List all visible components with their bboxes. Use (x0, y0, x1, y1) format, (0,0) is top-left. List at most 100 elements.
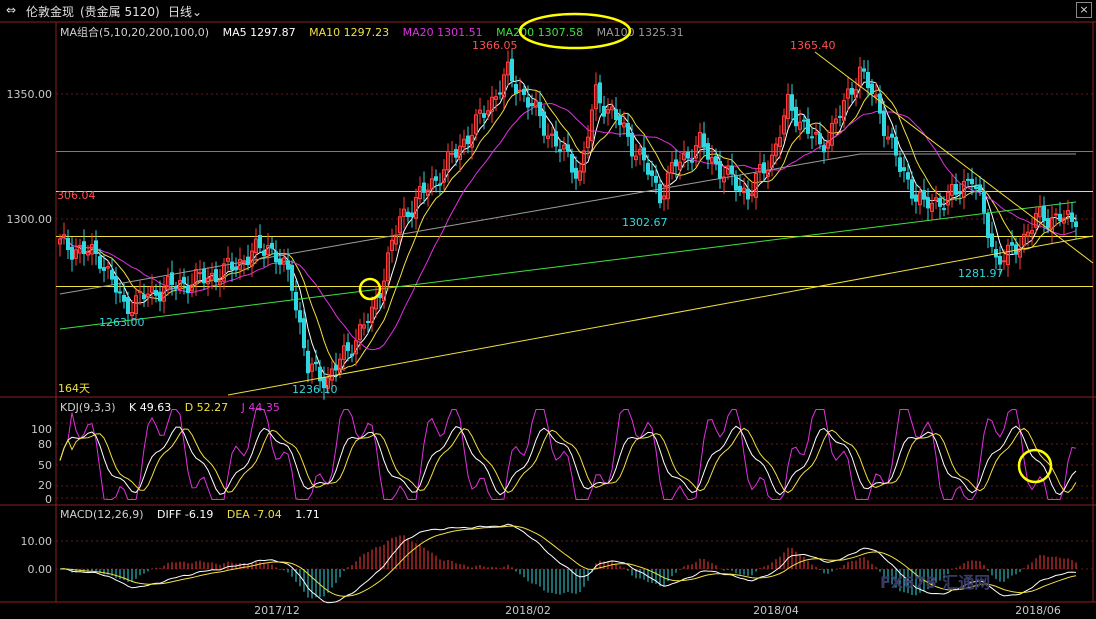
candle-body-147 (646, 162, 650, 175)
candle-body-202 (866, 72, 870, 89)
candle-body-162 (706, 143, 710, 160)
ma200-highlight-circle (518, 12, 632, 50)
candle-body-128 (570, 153, 574, 173)
candle-body-25 (158, 291, 162, 302)
candle-body-230 (978, 184, 982, 191)
low-label-1263: 1263.00 (99, 316, 145, 329)
kdj-d-line (59, 427, 1077, 494)
candle-body-116 (522, 88, 526, 95)
candle-body-61 (302, 318, 306, 349)
ma10-line (59, 88, 1077, 370)
candle-body-146 (642, 147, 646, 161)
candle-body-209 (894, 136, 898, 156)
kdj-tick-100: 100 (31, 423, 52, 436)
candle-body-214 (914, 194, 918, 202)
candle-body-195 (838, 115, 842, 118)
x-tick-2018-02: 2018/02 (505, 604, 551, 617)
candle-body-129 (574, 167, 578, 179)
candle-body-99 (454, 149, 458, 158)
candle-body-14 (114, 275, 118, 293)
x-tick-2018-04: 2018/04 (753, 604, 799, 617)
candle-body-210 (898, 157, 902, 172)
candle-body-32 (186, 285, 190, 294)
candle-body-201 (862, 68, 866, 72)
candle-body-164 (714, 156, 718, 165)
candle-body-183 (790, 94, 794, 111)
candle-body-121 (542, 111, 546, 136)
kdj-tick-20: 20 (38, 479, 52, 492)
candle-body-161 (702, 133, 706, 148)
candle-body-24 (154, 290, 158, 296)
candle-body-233 (990, 233, 994, 247)
candle-body-149 (654, 175, 658, 183)
candle-body-102 (466, 135, 470, 145)
candle-body-60 (298, 310, 302, 323)
candle-body-106 (482, 113, 486, 118)
candle-body-77 (366, 320, 370, 323)
left-level-label: 306.04 (57, 189, 96, 202)
candle-body-157 (686, 151, 690, 159)
candle-body-117 (526, 97, 530, 108)
candle-body-186 (802, 119, 806, 122)
candle-body-54 (274, 251, 278, 263)
candle-body-13 (110, 269, 114, 280)
candle-body-98 (450, 152, 454, 155)
high-label-1366: 1366.05 (472, 39, 518, 52)
candle-body-143 (630, 132, 634, 157)
day-count-label: 164天 (58, 382, 90, 395)
candle-body-72 (346, 342, 350, 351)
candle-body-176 (762, 162, 766, 174)
candle-body-135 (598, 82, 602, 104)
candle-body-53 (270, 242, 274, 249)
macd-tick-10: 10.00 (21, 535, 53, 548)
candle-body-95 (438, 183, 442, 186)
candle-body-154 (674, 159, 678, 167)
candle-body-165 (718, 160, 722, 179)
candle-body-198 (850, 88, 854, 95)
kdj-tick-0: 0 (45, 493, 52, 506)
kdj-tick-80: 80 (38, 438, 52, 451)
candle-body-205 (878, 93, 882, 114)
y-tick-1350: 1350.00 (7, 88, 53, 101)
candle-body-62 (306, 350, 310, 374)
candle-body-148 (650, 170, 654, 176)
candle-body-11 (102, 267, 106, 271)
candle-body-169 (734, 176, 738, 191)
candle-body-238 (1010, 242, 1014, 246)
candle-body-212 (906, 172, 910, 180)
candle-body-221 (942, 208, 946, 211)
candle-body-55 (278, 258, 282, 265)
candle-body-39 (214, 269, 218, 283)
low-label-1302: 1302.67 (622, 216, 668, 229)
candle-body-35 (198, 272, 202, 275)
candle-body-94 (434, 176, 438, 181)
candle-body-47 (246, 256, 250, 265)
candle-body-150 (658, 183, 662, 204)
candle-body-139 (614, 109, 618, 120)
candle-body-28 (170, 272, 174, 285)
candle-body-10 (98, 256, 102, 269)
candle-body-250 (1058, 213, 1062, 221)
low-label-1236: 1236.10 (292, 383, 338, 396)
candle-body-43 (230, 261, 234, 270)
rising-trendline (227, 235, 1094, 396)
kdj-k-line (59, 425, 1077, 496)
falling-trendline (814, 51, 1094, 264)
candle-body-2 (66, 237, 70, 251)
candle-body-118 (530, 103, 534, 107)
candle-body-16 (122, 294, 126, 302)
candle-body-224 (954, 184, 958, 195)
candle-body-20 (138, 290, 142, 293)
chart-canvas[interactable]: 1350.00 1300.00 100 80 50 20 0 10.00 0.0… (0, 0, 1096, 619)
candle-body-36 (202, 268, 206, 284)
candle-body-114 (514, 84, 518, 94)
candle-body-236 (1002, 260, 1006, 263)
candle-body-235 (998, 255, 1002, 265)
candle-body-3 (70, 246, 74, 260)
candle-body-190 (818, 133, 822, 145)
low-label-1281: 1281.97 (958, 267, 1004, 280)
kdj-tick-50: 50 (38, 459, 52, 472)
candle-body-6 (82, 241, 86, 255)
candle-body-216 (922, 190, 926, 200)
candle-body-142 (626, 122, 630, 137)
